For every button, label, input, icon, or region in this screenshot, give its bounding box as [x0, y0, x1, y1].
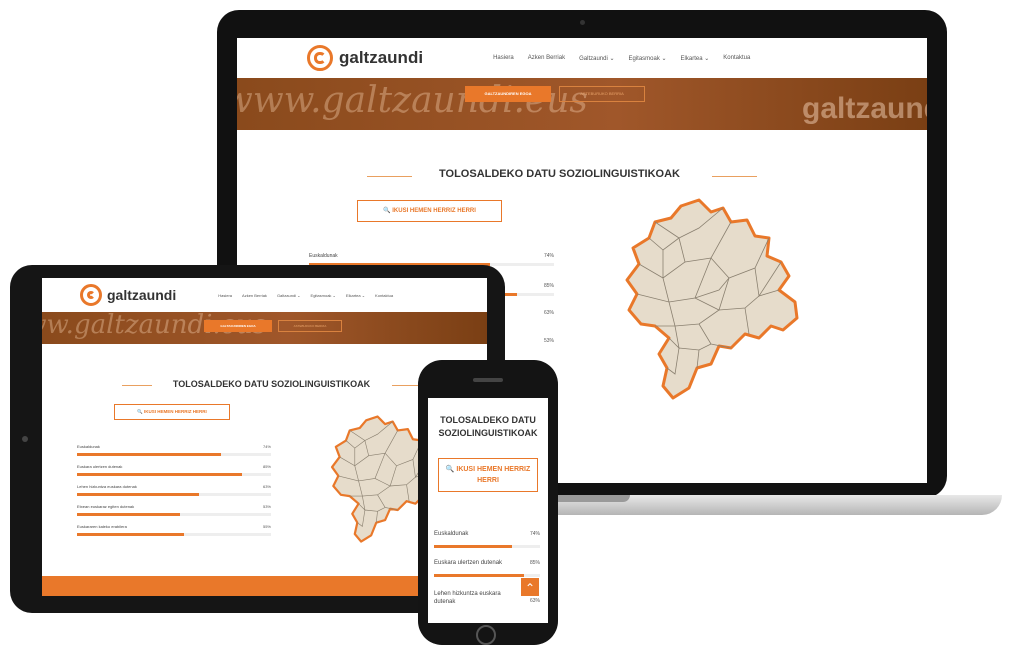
stat-fill: [434, 545, 513, 548]
stat-row: Lehen hizkuntza euskara dutenak 63%: [77, 484, 271, 496]
stat-row: Etxean euskaraz egiten dutenak 53%: [77, 504, 271, 516]
section-title: TOLOSALDEKO DATU SOZIOLINGUISTIKOAK: [172, 379, 371, 389]
stat-value: 74%: [543, 253, 554, 259]
title-rule-left: [122, 385, 152, 386]
title-rule-left: [367, 176, 412, 177]
stat-track: [434, 574, 540, 577]
view-by-town-button[interactable]: 🔍 IKUSI HEMEN HERRIZ HERRI: [114, 404, 230, 420]
menu-item-kontaktua[interactable]: Kontaktua: [375, 293, 393, 298]
menu-item-galtzaundi[interactable]: Galtzaundi ⌄: [579, 55, 614, 62]
stat-value: 85%: [529, 560, 540, 566]
stat-fill: [77, 493, 200, 496]
menu-item-kontaktua[interactable]: Kontaktua: [723, 55, 750, 62]
hero-banner: www.galtzaundi.eus GALTZAUNDIREN EGOA AS…: [42, 312, 487, 344]
banner-primary-button[interactable]: GALTZAUNDIREN EGOA: [204, 320, 272, 332]
stat-fill: [77, 533, 184, 536]
tablet-camera: [22, 436, 28, 442]
stat-value: 85%: [262, 464, 271, 469]
section-title: TOLOSALDEKO DATU SOZIOLINGUISTIKOAK: [439, 168, 680, 180]
stat-track: [77, 533, 271, 536]
banner-primary-button[interactable]: GALTZAUNDIREN EGOA: [465, 86, 551, 102]
phone-screen: TOLOSALDEKO DATU SOZIOLINGUISTIKOAK 🔍 IK…: [428, 398, 548, 623]
menu-item-elkartea[interactable]: Elkartea ⌄: [346, 293, 365, 298]
stat-fill: [77, 453, 221, 456]
stat-value: 53%: [543, 338, 554, 344]
section-title: TOLOSALDEKO DATU SOZIOLINGUISTIKOAK: [438, 415, 538, 438]
menu-item-egitasmoak[interactable]: Egitasmoak ⌄: [629, 55, 667, 62]
spiral-logo-icon: [307, 45, 333, 71]
hero-banner: www.galtzaundi.eus galtzaund GALTZAUNDIR…: [237, 78, 927, 130]
stat-label: Euskara ulertzen dutenak: [77, 464, 123, 469]
stat-value: 63%: [529, 598, 540, 604]
stat-value: 55%: [262, 524, 271, 529]
stat-fill: [434, 574, 525, 577]
stat-value: 53%: [262, 504, 271, 509]
stat-value: 74%: [262, 444, 271, 449]
stat-row: Euskararen kaleko erabilera 55%: [77, 524, 271, 536]
stat-value: 63%: [543, 310, 554, 316]
stat-row: Euskara ulertzen dutenak 85%: [434, 560, 540, 578]
stat-value: 85%: [543, 283, 554, 289]
stat-label: Euskaldunak: [309, 253, 338, 259]
banner-secondary-button[interactable]: ASTEBURUKO BERRIA: [559, 86, 645, 102]
phone-home-button[interactable]: [476, 625, 496, 645]
map-outline: [625, 198, 799, 400]
banner-logo-text: galtzaund: [802, 92, 927, 125]
logo-text: galtzaundi: [339, 48, 424, 67]
stat-row: Euskara ulertzen dutenak 85%: [77, 464, 271, 476]
menu-item-azken-berriak[interactable]: Azken Berriak: [242, 293, 267, 298]
stat-label: Euskararen kaleko erabilera: [77, 524, 127, 529]
site-logo[interactable]: galtzaundi: [80, 284, 176, 306]
view-by-town-button[interactable]: 🔍 IKUSI HEMEN HERRIZ HERRI: [438, 458, 538, 492]
chevron-up-icon[interactable]: ⌃: [521, 578, 539, 596]
logo-text: galtzaundi: [107, 287, 177, 303]
stat-value: 63%: [262, 484, 271, 489]
phone-speaker: [473, 378, 503, 382]
menu-item-elkartea[interactable]: Elkartea ⌄: [681, 55, 710, 62]
stat-fill: [77, 513, 180, 516]
stat-label: Euskaldunak: [77, 444, 100, 449]
title-rule-right: [712, 176, 757, 177]
stat-label: Euskara ulertzen dutenak: [434, 560, 503, 566]
site-logo[interactable]: galtzaundi: [307, 45, 423, 71]
site-header: galtzaundi Hasiera Azken Berriak Galtzau…: [237, 38, 927, 78]
site-header: galtzaundi Hasiera Azken Berriak Galtzau…: [42, 278, 487, 312]
stat-track: [77, 473, 271, 476]
laptop-camera: [580, 20, 585, 25]
stat-track: [434, 545, 540, 548]
spiral-logo-icon: [80, 284, 102, 306]
stat-value: 74%: [529, 531, 540, 537]
stat-track: [77, 493, 271, 496]
stat-row: Euskaldunak 74%: [77, 444, 271, 456]
banner-secondary-button[interactable]: ASTEBURUKO BERRIA: [278, 320, 342, 332]
main-menu: Hasiera Azken Berriak Galtzaundi ⌄ Egita…: [218, 293, 393, 298]
stat-row: Euskaldunak 74%: [434, 531, 540, 549]
stat-label: Etxean euskaraz egiten dutenak: [77, 504, 135, 509]
stat-label: Lehen hizkuntza euskara dutenak: [77, 484, 137, 489]
menu-item-egitasmoak[interactable]: Egitasmoak ⌄: [311, 293, 336, 298]
stat-label: Lehen hizkuntza euskara dutenak: [434, 591, 501, 605]
stat-track: [77, 513, 271, 516]
menu-item-hasiera[interactable]: Hasiera: [218, 293, 232, 298]
stat-label: Euskaldunak: [434, 531, 469, 537]
tolosaldea-map[interactable]: [619, 198, 809, 403]
main-menu: Hasiera Azken Berriak Galtzaundi ⌄ Egita…: [493, 55, 750, 62]
stat-fill: [77, 473, 242, 476]
view-by-town-button[interactable]: 🔍 IKUSI HEMEN HERRIZ HERRI: [357, 200, 502, 222]
menu-item-hasiera[interactable]: Hasiera: [493, 55, 514, 62]
menu-item-galtzaundi[interactable]: Galtzaundi ⌄: [277, 293, 301, 298]
stat-track: [77, 453, 271, 456]
menu-item-azken-berriak[interactable]: Azken Berriak: [528, 55, 565, 62]
